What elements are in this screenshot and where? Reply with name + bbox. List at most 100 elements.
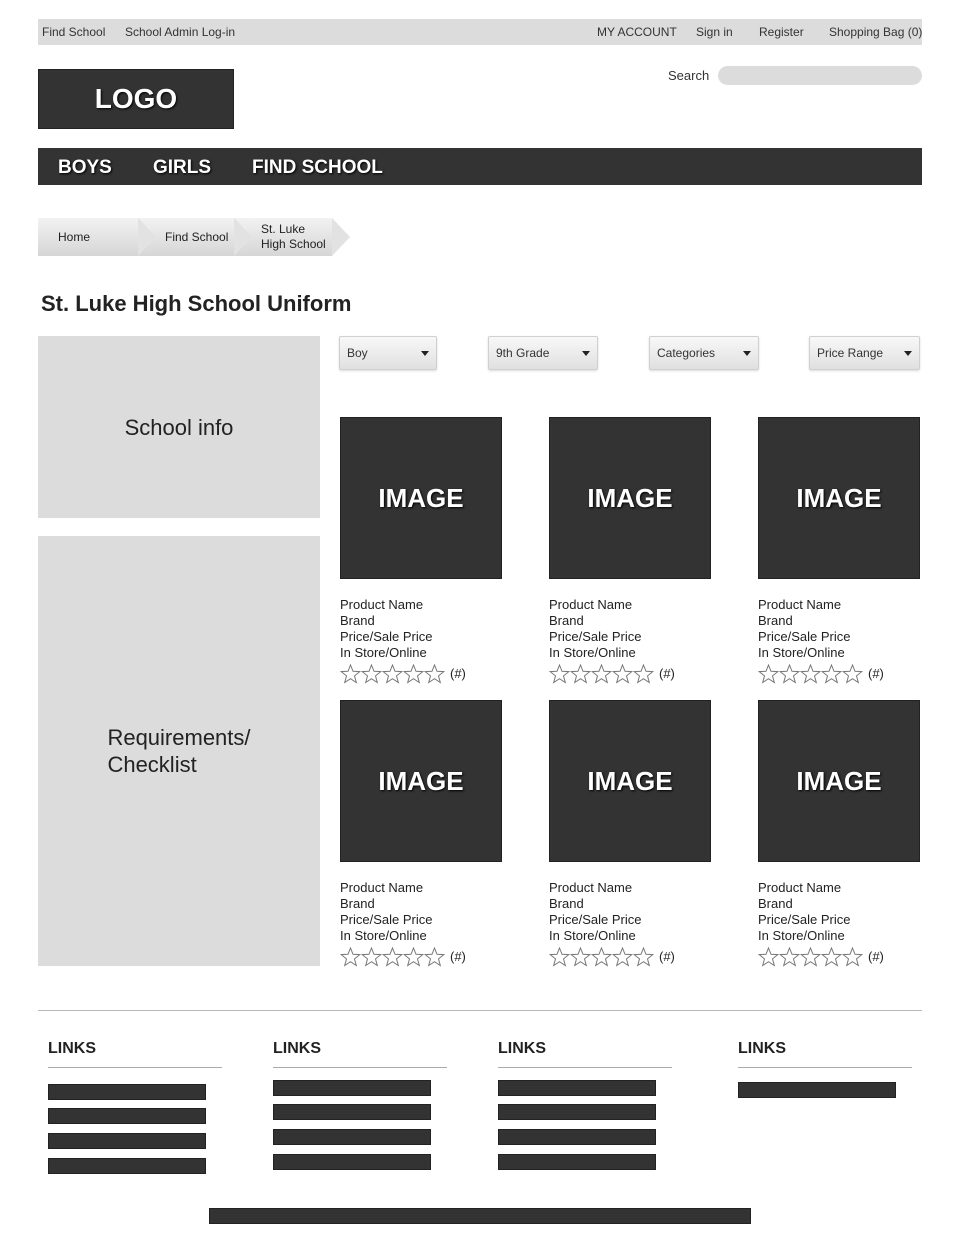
footer-link[interactable] [48,1108,206,1124]
product-image[interactable]: IMAGE [758,700,920,862]
footer-link[interactable] [498,1080,656,1096]
star-icon[interactable] [382,947,403,967]
star-rating[interactable] [758,947,863,967]
star-icon[interactable] [361,947,382,967]
search-input[interactable] [718,66,922,85]
product-rating[interactable]: (#) [340,664,502,684]
star-icon[interactable] [549,664,570,684]
footer-link[interactable] [48,1133,206,1149]
product-image-label: IMAGE [378,482,464,513]
star-icon[interactable] [570,947,591,967]
footer-link[interactable] [498,1104,656,1120]
categories-filter-select[interactable]: Categories [649,336,759,370]
star-rating[interactable] [549,947,654,967]
product-image[interactable]: IMAGE [340,700,502,862]
nav-find-school[interactable]: FIND SCHOOL [252,157,383,179]
product-rating[interactable]: (#) [758,947,920,967]
star-rating[interactable] [549,664,654,684]
product-rating[interactable]: (#) [758,664,920,684]
footer-links-column: LINKS [498,1040,672,1170]
footer-link[interactable] [273,1104,431,1120]
school-admin-login-link[interactable]: School Admin Log-in [125,25,235,39]
star-rating[interactable] [340,664,445,684]
star-icon[interactable] [403,664,424,684]
footer-link[interactable] [498,1129,656,1145]
star-icon[interactable] [758,664,779,684]
star-icon[interactable] [591,664,612,684]
footer-links-heading: LINKS [738,1040,912,1068]
star-icon[interactable] [570,664,591,684]
footer-link[interactable] [498,1154,656,1170]
gender-filter-select[interactable]: Boy [339,336,437,370]
rating-count: (#) [450,949,466,964]
product-name[interactable]: Product Name [340,880,502,896]
product-price: Price/Sale Price [549,629,642,644]
product-name[interactable]: Product Name [549,597,711,613]
product-card[interactable]: IMAGE Product Name Brand Price/Sale Pric… [340,417,502,684]
product-card[interactable]: IMAGE Product Name Brand Price/Sale Pric… [758,417,920,684]
product-name[interactable]: Product Name [758,880,920,896]
find-school-link[interactable]: Find School [42,25,105,39]
shopping-bag-link[interactable]: Shopping Bag (0) [829,25,922,39]
star-icon[interactable] [361,664,382,684]
star-icon[interactable] [779,947,800,967]
star-icon[interactable] [424,664,445,684]
footer-link[interactable] [738,1082,896,1098]
product-brand: Brand [549,613,584,628]
site-logo[interactable]: LOGO [38,69,234,129]
product-card[interactable]: IMAGE Product Name Brand Price/Sale Pric… [549,700,711,967]
star-icon[interactable] [549,947,570,967]
star-icon[interactable] [340,947,361,967]
product-name[interactable]: Product Name [758,597,920,613]
grade-filter-select[interactable]: 9th Grade [488,336,598,370]
footer-link[interactable] [273,1129,431,1145]
school-info-label: School info [124,414,234,440]
product-rating[interactable]: (#) [340,947,502,967]
footer-link[interactable] [48,1158,206,1174]
star-icon[interactable] [612,664,633,684]
register-link[interactable]: Register [759,25,804,39]
star-icon[interactable] [800,664,821,684]
product-card[interactable]: IMAGE Product Name Brand Price/Sale Pric… [340,700,502,967]
star-icon[interactable] [591,947,612,967]
product-availability: In Store/Online [758,928,845,943]
breadcrumb-home[interactable]: Home [38,218,156,256]
star-icon[interactable] [842,947,863,967]
price-range-filter-select[interactable]: Price Range [809,336,920,370]
star-icon[interactable] [821,664,842,684]
nav-boys[interactable]: BOYS [58,157,112,179]
product-card[interactable]: IMAGE Product Name Brand Price/Sale Pric… [549,417,711,684]
footer-link[interactable] [273,1154,431,1170]
product-rating[interactable]: (#) [549,664,711,684]
star-rating[interactable] [758,664,863,684]
my-account-link[interactable]: MY ACCOUNT [597,25,677,39]
product-image[interactable]: IMAGE [340,417,502,579]
footer-divider [38,1010,922,1011]
star-icon[interactable] [382,664,403,684]
star-icon[interactable] [403,947,424,967]
star-icon[interactable] [800,947,821,967]
star-rating[interactable] [340,947,445,967]
star-icon[interactable] [424,947,445,967]
star-icon[interactable] [758,947,779,967]
star-icon[interactable] [633,947,654,967]
product-availability: In Store/Online [340,645,427,660]
product-image[interactable]: IMAGE [758,417,920,579]
star-icon[interactable] [340,664,361,684]
nav-girls[interactable]: GIRLS [153,157,211,179]
star-icon[interactable] [779,664,800,684]
product-name[interactable]: Product Name [340,597,502,613]
product-name[interactable]: Product Name [549,880,711,896]
star-icon[interactable] [821,947,842,967]
star-icon[interactable] [612,947,633,967]
product-rating[interactable]: (#) [549,947,711,967]
footer-link[interactable] [48,1084,206,1100]
product-image[interactable]: IMAGE [549,417,711,579]
search-label: Search [668,68,710,83]
star-icon[interactable] [842,664,863,684]
product-image[interactable]: IMAGE [549,700,711,862]
footer-link[interactable] [273,1080,431,1096]
sign-in-link[interactable]: Sign in [696,25,733,39]
star-icon[interactable] [633,664,654,684]
product-card[interactable]: IMAGE Product Name Brand Price/Sale Pric… [758,700,920,967]
